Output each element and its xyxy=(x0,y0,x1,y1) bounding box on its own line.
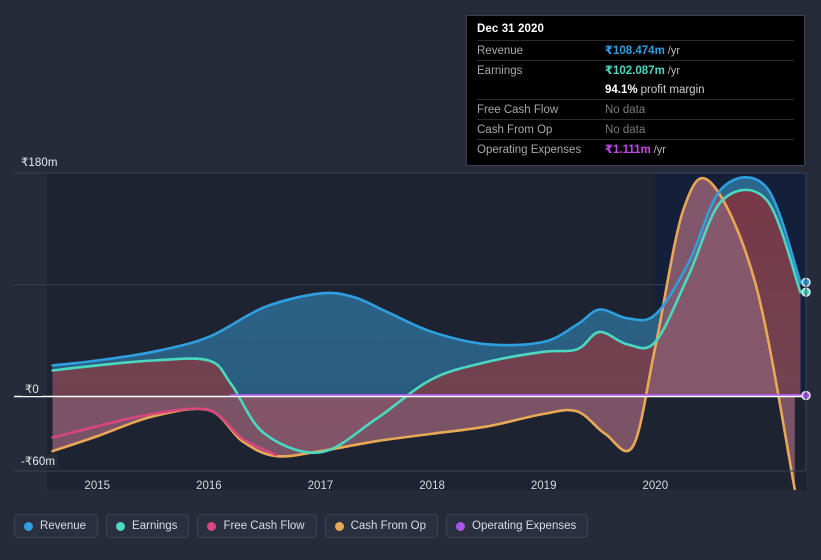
tooltip-row: Operating Expenses ₹1.111m/yr xyxy=(477,139,794,159)
chart-tooltip: Dec 31 2020 Revenue ₹108.474m/yr Earnings ₹… xyxy=(466,15,805,166)
tooltip-row-value: ₹102.087m/yr xyxy=(605,64,681,77)
x-axis-tick-2018: 2018 xyxy=(419,480,445,492)
legend-item-label: Operating Expenses xyxy=(472,520,577,532)
financial-chart: ₹180m ₹0 -₹60m 2015 2016 2017 2018 2019 2020 … xyxy=(0,0,821,560)
tooltip-row-value: No data xyxy=(605,103,646,116)
legend-item-label: Earnings xyxy=(132,520,178,532)
tooltip-row: Free Cash Flow No data xyxy=(477,99,794,119)
x-axis-tick-2020: 2020 xyxy=(642,480,669,492)
tooltip-row-value: 94.1% profit margin xyxy=(605,83,705,96)
tooltip-row: 94.1% profit margin xyxy=(477,80,794,99)
legend-item-operating-expenses[interactable]: Operating Expenses xyxy=(446,514,589,538)
y-axis-label-min: -₹60m xyxy=(18,454,59,468)
x-axis-tick-2016: 2016 xyxy=(196,480,222,492)
tooltip-rows: Revenue ₹108.474m/yr Earnings ₹102.087m/yr 9… xyxy=(477,40,794,159)
tooltip-row-label: Revenue xyxy=(477,44,524,57)
legend-item-earnings[interactable]: Earnings xyxy=(106,514,190,538)
tooltip-row: Revenue ₹108.474m/yr xyxy=(477,40,794,60)
tooltip-row: Cash From Op No data xyxy=(477,119,794,139)
tooltip-row-value: ₹108.474m/yr xyxy=(605,44,681,57)
legend-item-label: Free Cash Flow xyxy=(223,520,305,532)
legend-item-cash-from-op[interactable]: Cash From Op xyxy=(324,514,439,538)
x-axis-tick-2015: 2015 xyxy=(84,480,111,492)
tooltip-row-label: Cash From Op xyxy=(477,123,553,136)
legend-item-label: Revenue xyxy=(40,520,87,532)
tooltip-row-label: Earnings xyxy=(477,64,523,77)
tooltip-row-label: Free Cash Flow xyxy=(477,103,559,116)
x-axis-tick-2019: 2019 xyxy=(530,480,557,492)
legend-color-dot xyxy=(116,521,126,531)
x-axis-tick-2017: 2017 xyxy=(307,480,334,492)
tooltip-row-value: ₹1.111m/yr xyxy=(605,143,666,156)
legend-color-dot xyxy=(456,521,466,531)
legend-item-free-cash-flow[interactable]: Free Cash Flow xyxy=(197,514,317,538)
tooltip-row: Earnings ₹102.087m/yr xyxy=(477,60,794,80)
y-axis-label-max: ₹180m xyxy=(18,155,61,169)
tooltip-date: Dec 31 2020 xyxy=(477,23,544,35)
y-axis-label-zero: ₹0 xyxy=(22,382,42,396)
legend-item-label: Cash From Op xyxy=(350,520,427,532)
legend-color-dot xyxy=(207,521,217,531)
legend-color-dot xyxy=(334,521,344,531)
chart-legend[interactable]: Revenue Earnings Free Cash Flow Cash From O… xyxy=(14,514,589,538)
legend-item-revenue[interactable]: Revenue xyxy=(14,514,99,538)
legend-color-dot xyxy=(24,521,33,531)
tooltip-row-value: No data xyxy=(605,123,646,136)
tooltip-row-label: Operating Expenses xyxy=(477,143,582,156)
